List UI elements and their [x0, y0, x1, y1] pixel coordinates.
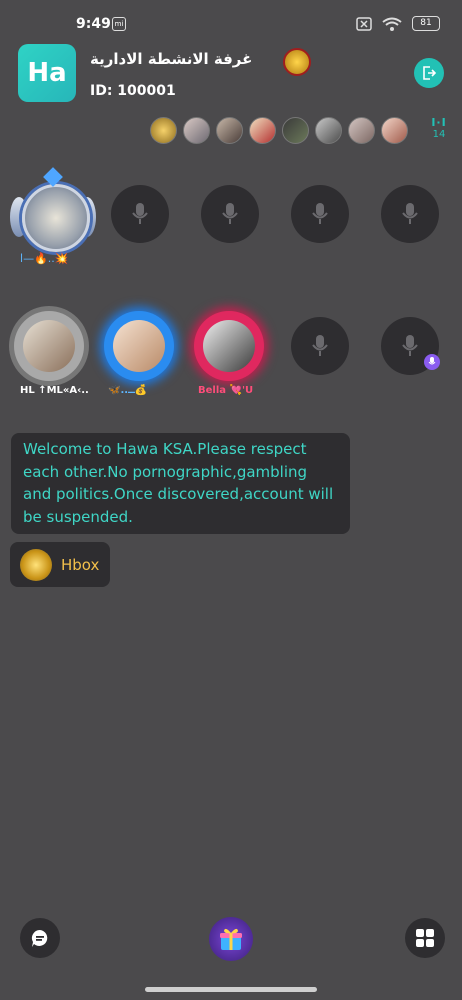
exit-icon — [423, 66, 437, 80]
chat-button[interactable] — [20, 918, 60, 958]
microphone-icon — [402, 203, 418, 224]
microphone-icon — [222, 203, 238, 224]
more-menu-button[interactable] — [405, 918, 445, 958]
seat-avatar[interactable] — [14, 311, 84, 381]
crown-badge-icon — [283, 48, 311, 76]
empty-seat[interactable] — [291, 185, 349, 243]
mic-request-icon[interactable] — [424, 354, 440, 370]
gift-icon — [220, 928, 242, 950]
battery-icon: 81 — [412, 16, 440, 31]
gift-button[interactable] — [209, 917, 253, 961]
microphone-icon — [428, 357, 436, 365]
audience-count[interactable]: I·I 14 — [430, 116, 448, 140]
microphone-icon — [312, 203, 328, 224]
audience-avatar[interactable] — [249, 117, 276, 144]
empty-seat[interactable] — [381, 185, 439, 243]
audience-icon: I·I — [431, 116, 447, 129]
hbox-icon — [20, 548, 52, 581]
seat-user-name: Bella 💘'U — [198, 385, 254, 396]
audience-avatar[interactable] — [315, 117, 342, 144]
status-icons: 81 — [356, 16, 440, 31]
chat-icon — [31, 929, 48, 947]
room-id: ID: 100001 — [90, 83, 176, 99]
home-indicator[interactable] — [145, 987, 317, 992]
wifi-icon — [382, 17, 402, 31]
empty-seat[interactable] — [291, 317, 349, 375]
audience-avatar[interactable] — [150, 117, 177, 144]
audience-avatar[interactable] — [282, 117, 309, 144]
status-time: 9:49 — [76, 16, 111, 32]
microphone-icon — [402, 335, 418, 356]
hbox-button[interactable]: Hbox — [10, 542, 110, 587]
microphone-icon — [132, 203, 148, 224]
seat-user-name: HL ↑ML«A‹.. — [20, 385, 89, 396]
host-avatar — [22, 184, 90, 252]
seat-avatar[interactable] — [194, 311, 264, 381]
sim-off-icon — [356, 16, 372, 31]
audience-avatar[interactable] — [183, 117, 210, 144]
welcome-message: Welcome to Hawa KSA.Please respect each … — [11, 433, 350, 534]
seat-avatar[interactable] — [104, 311, 174, 381]
microphone-icon — [312, 335, 328, 356]
audience-avatar[interactable] — [216, 117, 243, 144]
user-avatar — [113, 320, 165, 372]
app-logo: Ha — [18, 44, 76, 102]
room-title: غرفة الانشطة الادارية — [90, 50, 253, 68]
audience-avatar[interactable] — [348, 117, 375, 144]
grid-icon — [416, 929, 434, 947]
host-name: ا—🔥..💥 — [20, 252, 69, 265]
exit-room-button[interactable] — [414, 58, 444, 88]
empty-seat[interactable] — [111, 185, 169, 243]
seat-user-name: 🦋..ــ💰 — [108, 385, 148, 396]
user-avatar — [203, 320, 255, 372]
hbox-label: Hbox — [61, 555, 100, 574]
host-seat[interactable]: ا—🔥..💥 — [10, 167, 96, 268]
user-avatar — [23, 320, 75, 372]
audience-avatar[interactable] — [381, 117, 408, 144]
empty-seat[interactable] — [201, 185, 259, 243]
notification-icon: mi — [112, 17, 126, 31]
